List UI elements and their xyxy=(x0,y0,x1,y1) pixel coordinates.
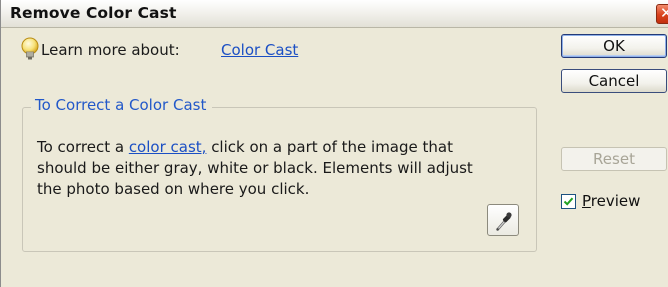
preview-label: Preview xyxy=(582,192,640,210)
ok-button[interactable]: OK xyxy=(561,34,667,58)
dialog-title: Remove Color Cast xyxy=(10,4,177,22)
preview-checkbox[interactable] xyxy=(561,194,576,209)
instructions-text: To correct a color cast, click on a part… xyxy=(37,137,497,200)
reset-button[interactable]: Reset xyxy=(561,147,667,171)
group-title: To Correct a Color Cast xyxy=(31,96,213,114)
eyedropper-tool-button[interactable] xyxy=(487,204,519,236)
eyedropper-icon xyxy=(496,212,512,231)
learn-more-label: Learn more about: xyxy=(41,41,180,59)
remove-color-cast-dialog: Remove Color Cast ✕ Learn more about: Co… xyxy=(0,0,668,287)
instructions-text-start: To correct a xyxy=(37,138,129,156)
close-icon: ✕ xyxy=(660,4,668,22)
color-cast-help-link[interactable]: Color Cast xyxy=(221,41,298,59)
cancel-button[interactable]: Cancel xyxy=(561,69,667,93)
lightbulb-icon xyxy=(21,37,39,60)
preview-checkbox-row[interactable]: Preview xyxy=(561,192,661,212)
color-cast-inline-link[interactable]: color cast, xyxy=(129,138,207,156)
close-button[interactable]: ✕ xyxy=(656,4,668,24)
preview-label-mnemonic: P xyxy=(582,192,591,210)
checkmark-icon xyxy=(563,197,574,206)
title-bar[interactable]: Remove Color Cast ✕ xyxy=(1,0,668,28)
preview-label-rest: review xyxy=(590,192,641,210)
